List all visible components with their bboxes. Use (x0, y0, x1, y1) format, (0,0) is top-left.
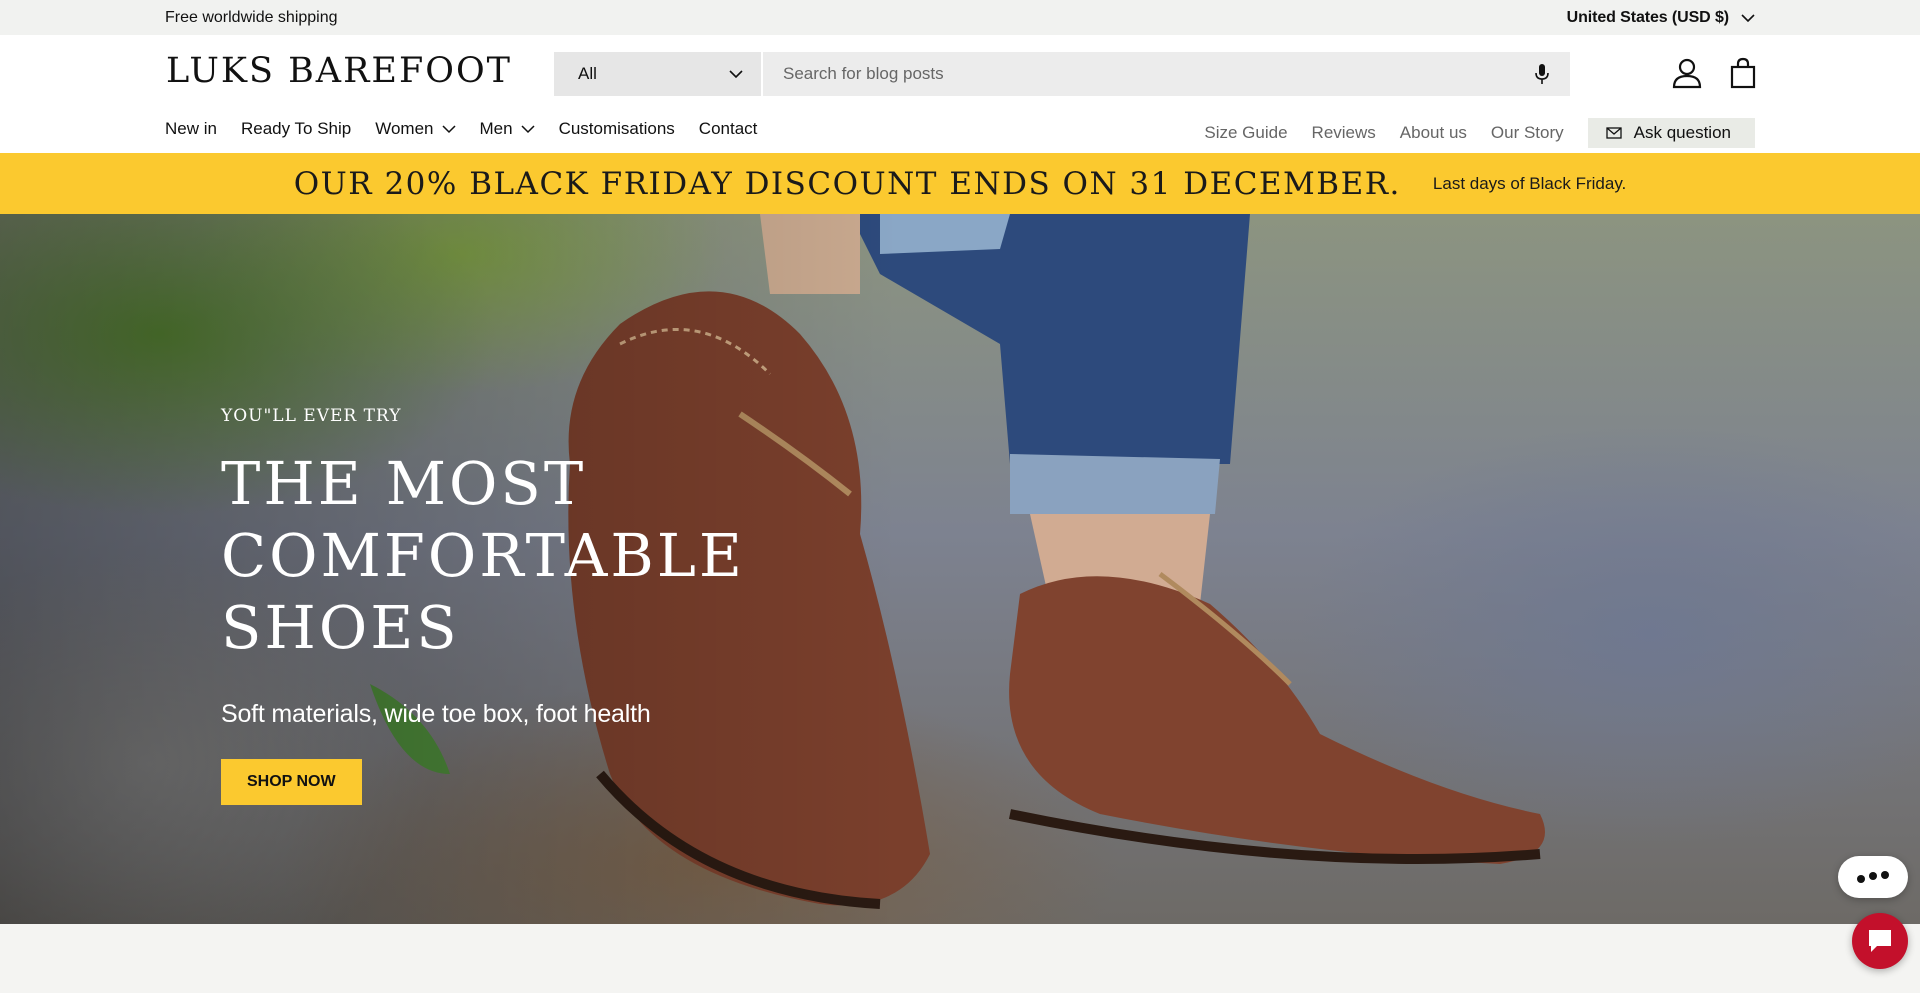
shop-now-button[interactable]: SHOP NOW (221, 759, 362, 805)
nav-item-new-in[interactable]: New in (165, 119, 217, 139)
nav-label: Customisations (558, 119, 675, 138)
shipping-message: Free worldwide shipping (165, 8, 338, 26)
search-bar: All (554, 52, 1570, 96)
hero-title: THE MOST COMFORTABLE SHOES (221, 449, 745, 662)
nav-item-women[interactable]: Women (375, 119, 456, 139)
chevron-down-icon (1741, 13, 1755, 22)
announcement-bar: Free worldwide shipping United States (U… (0, 0, 1920, 35)
search-category-label: All (578, 64, 597, 83)
hero-kicker: YOU"LL EVER TRY (221, 406, 402, 426)
ask-question-button[interactable]: Ask question (1587, 118, 1755, 148)
chevron-down-icon (729, 69, 743, 78)
search-category-select[interactable]: All (554, 52, 763, 96)
account-icon[interactable] (1671, 57, 1703, 89)
hero-subtitle: Soft materials, wide toe box, foot healt… (221, 700, 651, 728)
nav-label: Ready To Ship (240, 119, 352, 138)
promo-headline: OUR 20% BLACK FRIDAY DISCOUNT ENDS ON 31… (293, 165, 1401, 202)
search-input[interactable] (783, 64, 1524, 84)
promo-banner[interactable]: OUR 20% BLACK FRIDAY DISCOUNT ENDS ON 31… (0, 153, 1920, 214)
search-field-wrap (763, 52, 1570, 96)
nav-item-contact[interactable]: Contact (699, 119, 758, 139)
microphone-icon[interactable] (1534, 63, 1550, 85)
nav-label: Men (479, 119, 513, 138)
typing-dots-icon (1857, 871, 1889, 883)
nav-label: New in (165, 119, 217, 138)
cart-icon[interactable] (1727, 57, 1759, 89)
nav-item-size-guide[interactable]: Size Guide (1204, 123, 1287, 143)
nav-item-about-us[interactable]: About us (1400, 123, 1467, 143)
nav-item-men[interactable]: Men (480, 119, 535, 139)
nav-item-our-story[interactable]: Our Story (1491, 123, 1564, 143)
country-label: United States (USD $) (1566, 8, 1729, 26)
promo-note: Last days of Black Friday. (1432, 173, 1627, 193)
nav-item-customisations[interactable]: Customisations (559, 119, 675, 139)
site-logo[interactable]: LUKS BAREFOOT (166, 51, 512, 91)
chevron-down-icon (441, 124, 456, 133)
chat-icon (1869, 930, 1891, 952)
secondary-nav: Size Guide Reviews About us Our Story As… (1204, 118, 1755, 148)
ask-question-label: Ask question (1633, 123, 1731, 142)
hero-content: YOU"LL EVER TRY THE MOST COMFORTABLE SHO… (221, 406, 961, 805)
nav-label: Women (375, 119, 434, 138)
hero-banner: YOU"LL EVER TRY THE MOST COMFORTABLE SHO… (0, 214, 1920, 924)
nav-label: Contact (698, 119, 758, 138)
chat-typing-bubble[interactable] (1838, 856, 1908, 898)
chat-launcher-button[interactable] (1852, 913, 1908, 969)
nav-item-reviews[interactable]: Reviews (1312, 123, 1376, 143)
chevron-down-icon (521, 124, 535, 133)
nav-item-ready-to-ship[interactable]: Ready To Ship (241, 119, 351, 139)
country-selector[interactable]: United States (USD $) (1567, 9, 1755, 27)
page-section-below (0, 924, 1920, 993)
site-header: LUKS BAREFOOT All New in Ready To Ship W… (0, 35, 1920, 153)
main-nav: New in Ready To Ship Women Men Customisa… (165, 119, 757, 139)
mail-icon (1606, 127, 1622, 139)
